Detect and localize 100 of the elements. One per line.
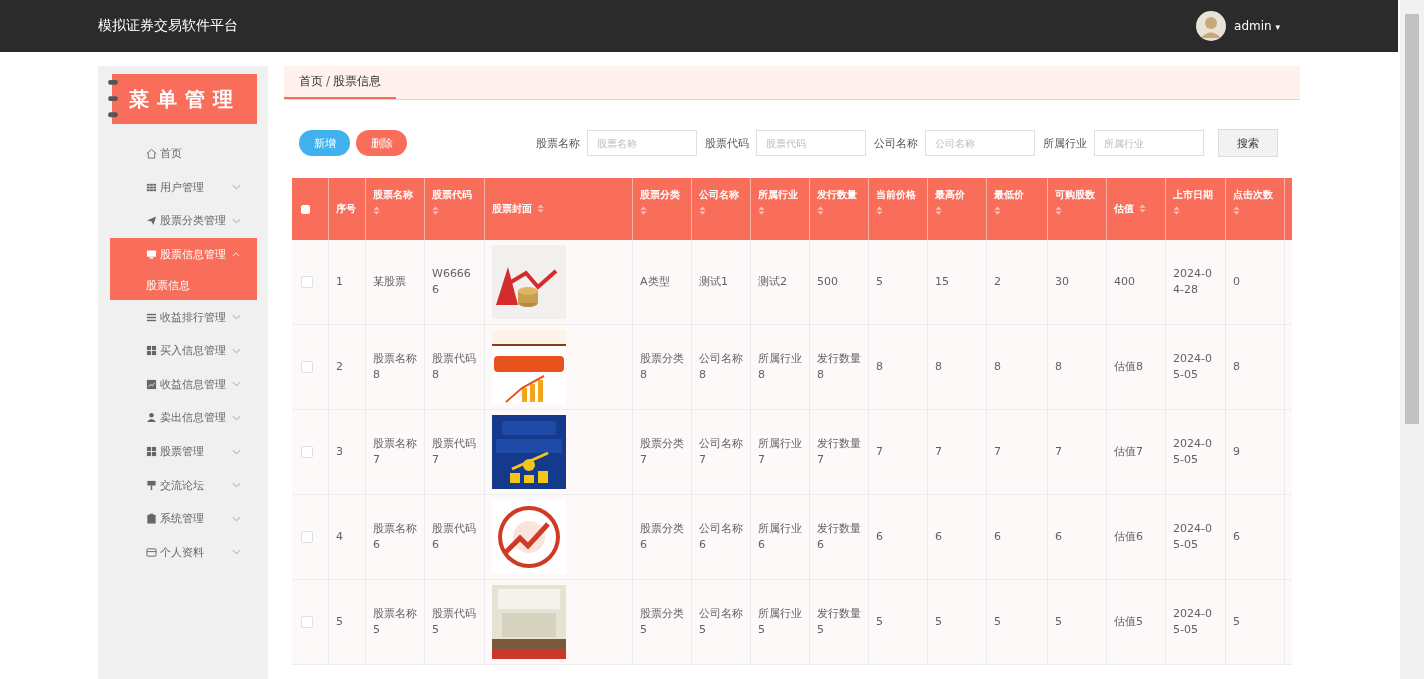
menu-item[interactable]: 股票管理	[110, 434, 257, 469]
table-cell: 所属行业8	[758, 351, 802, 383]
table-cell: 3	[336, 444, 343, 460]
table-cell: 测试2	[758, 274, 787, 290]
menu-item[interactable]: 股票分类管理	[110, 204, 257, 238]
column-header[interactable]: 序号	[336, 202, 356, 216]
table-cell-text: 2024-05-05	[1173, 521, 1213, 553]
table-cell: 估值7	[1114, 444, 1143, 460]
table-cell: 估值8	[1114, 359, 1143, 375]
breadcrumb: 首页 / 股票信息	[284, 66, 397, 99]
table-cell: 股票分类5	[640, 606, 684, 638]
column-header[interactable]: 上市日期	[1173, 188, 1213, 215]
sort-icon[interactable]	[1233, 206, 1240, 215]
table-cell: 估值5	[1114, 614, 1143, 630]
card-icon	[146, 546, 157, 558]
sort-icon[interactable]	[935, 206, 942, 215]
table-cell: 股票名称5	[373, 606, 417, 638]
table-cell: 股票名称8	[373, 351, 417, 383]
table-cell: 6	[876, 529, 883, 545]
scrollbar[interactable]	[1400, 0, 1424, 679]
select-all-checkbox[interactable]	[301, 204, 310, 214]
sort-icon[interactable]	[817, 206, 824, 215]
list-icon	[146, 311, 157, 323]
table-cell: 股票代码6	[432, 521, 477, 553]
column-header[interactable]: 最低价	[994, 188, 1024, 215]
filter-label: 股票代码	[705, 135, 749, 151]
table-cell: 6	[935, 529, 942, 545]
delete-button[interactable]: 删除	[356, 130, 407, 156]
app-title: 模拟证券交易软件平台	[98, 17, 238, 35]
row-checkbox[interactable]	[301, 531, 313, 543]
table-cell: 1	[336, 274, 343, 290]
sort-icon[interactable]	[432, 206, 439, 215]
table-cell: 股票分类7	[640, 436, 684, 468]
table-cell: 股票代码8	[432, 351, 477, 383]
column-header[interactable]: 所属行业	[758, 188, 798, 215]
menu-item[interactable]: 用户管理	[110, 170, 257, 205]
sort-icon[interactable]	[994, 206, 1001, 215]
row-checkbox[interactable]	[301, 446, 313, 458]
column-header[interactable]: 股票名称	[373, 188, 413, 215]
submenu-item[interactable]: 股票信息	[110, 271, 257, 301]
menu-item[interactable]: 个人资料	[110, 535, 257, 570]
user-menu[interactable]: admin ▾	[1234, 19, 1280, 33]
menu-item[interactable]: 收益信息管理	[110, 367, 257, 402]
menu-item[interactable]: 收益排行管理	[110, 300, 257, 334]
filter-label: 股票名称	[536, 135, 580, 151]
table-cell: 2	[994, 274, 1001, 290]
column-header[interactable]: 当前价格	[876, 188, 916, 215]
row-checkbox[interactable]	[301, 361, 313, 373]
column-header[interactable]: 股票封面	[492, 202, 544, 216]
sort-icon[interactable]	[699, 206, 706, 215]
column-header[interactable]: 点击次数	[1233, 188, 1273, 215]
row-checkbox[interactable]	[301, 616, 313, 628]
column-header[interactable]: 公司名称	[699, 188, 739, 215]
menu-item[interactable]: 股票信息管理	[110, 237, 257, 272]
sort-icon[interactable]	[1173, 206, 1180, 215]
row-checkbox[interactable]	[301, 276, 313, 288]
table-cell: 发行数量8	[817, 351, 861, 383]
apps-icon	[146, 446, 157, 458]
home-icon	[146, 148, 157, 160]
table-cell: 7	[935, 444, 942, 460]
table-cell-text: 2024-04-28	[1173, 266, 1213, 298]
table-cell: 5	[994, 614, 1001, 630]
menu-item[interactable]: 交流论坛	[110, 468, 257, 502]
menu-item[interactable]: 卖出信息管理	[110, 401, 257, 435]
filter-field[interactable]: 股票代码	[756, 130, 866, 156]
sort-icon[interactable]	[537, 204, 544, 213]
column-header[interactable]: 股票代码	[432, 188, 472, 215]
filter-label: 所属行业	[1043, 135, 1087, 151]
menu-item[interactable]: 买入信息管理	[110, 333, 257, 368]
menu-item[interactable]: 系统管理	[110, 501, 257, 536]
column-header[interactable]: 股票分类	[640, 188, 680, 215]
table-cell: 发行数量6	[817, 521, 861, 553]
column-header[interactable]: 估值	[1114, 202, 1146, 216]
sort-icon[interactable]	[876, 206, 883, 215]
menu-item[interactable]: 首页	[110, 137, 257, 171]
column-header[interactable]: 最高价	[935, 188, 965, 215]
table-cell: 7	[1055, 444, 1062, 460]
binding-rings-icon	[108, 78, 118, 120]
table-cell: 7	[876, 444, 883, 460]
table-cell-text: 2024-05-05	[1173, 606, 1213, 638]
sort-icon[interactable]	[1055, 206, 1062, 215]
table-cell: 0	[1233, 274, 1240, 290]
filter-field[interactable]: 所属行业	[1094, 130, 1204, 156]
sort-icon[interactable]	[640, 206, 647, 215]
search-button[interactable]: 搜索	[1218, 129, 1278, 157]
table-cell: 8	[1233, 359, 1240, 375]
table-cell: 股票分类6	[640, 521, 684, 553]
table-cell: 某股票	[373, 274, 406, 290]
table-cell: 15	[935, 274, 949, 290]
column-header[interactable]: 可购股数	[1055, 188, 1095, 215]
table-cell: 股票名称6	[373, 521, 417, 553]
sort-icon[interactable]	[758, 206, 765, 215]
chart-icon	[146, 378, 157, 390]
column-header[interactable]: 发行数量	[817, 188, 857, 215]
add-button[interactable]: 新增	[299, 130, 350, 156]
sort-icon[interactable]	[373, 206, 380, 215]
avatar[interactable]	[1196, 11, 1227, 41]
filter-field[interactable]: 股票名称	[587, 130, 697, 156]
sort-icon[interactable]	[1139, 204, 1146, 213]
table-cell: 公司名称7	[699, 436, 743, 468]
